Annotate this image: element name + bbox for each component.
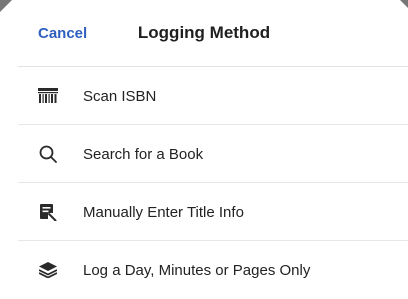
- menu-item-search-book[interactable]: Search for a Book: [0, 125, 408, 183]
- menu-item-label: Scan ISBN: [83, 87, 157, 105]
- menu-item-manual-entry[interactable]: Manually Enter Title Info: [0, 183, 408, 241]
- menu-item-label: Search for a Book: [83, 145, 204, 163]
- edit-document-icon: [38, 202, 58, 222]
- menu-item-label: Log a Day, Minutes or Pages Only: [83, 261, 311, 279]
- menu-item-scan-isbn[interactable]: Scan ISBN: [0, 67, 408, 125]
- barcode-icon: [38, 86, 58, 106]
- menu-item-log-day[interactable]: Log a Day, Minutes or Pages Only: [0, 241, 408, 299]
- page-title: Logging Method: [137, 23, 271, 42]
- sheet-header: Cancel Logging Method: [0, 0, 408, 66]
- layers-icon: [38, 260, 58, 280]
- search-icon: [38, 144, 58, 164]
- menu-item-label: Manually Enter Title Info: [83, 203, 244, 221]
- logging-method-list: Scan ISBN Search for a Book Manually Ent…: [0, 67, 408, 299]
